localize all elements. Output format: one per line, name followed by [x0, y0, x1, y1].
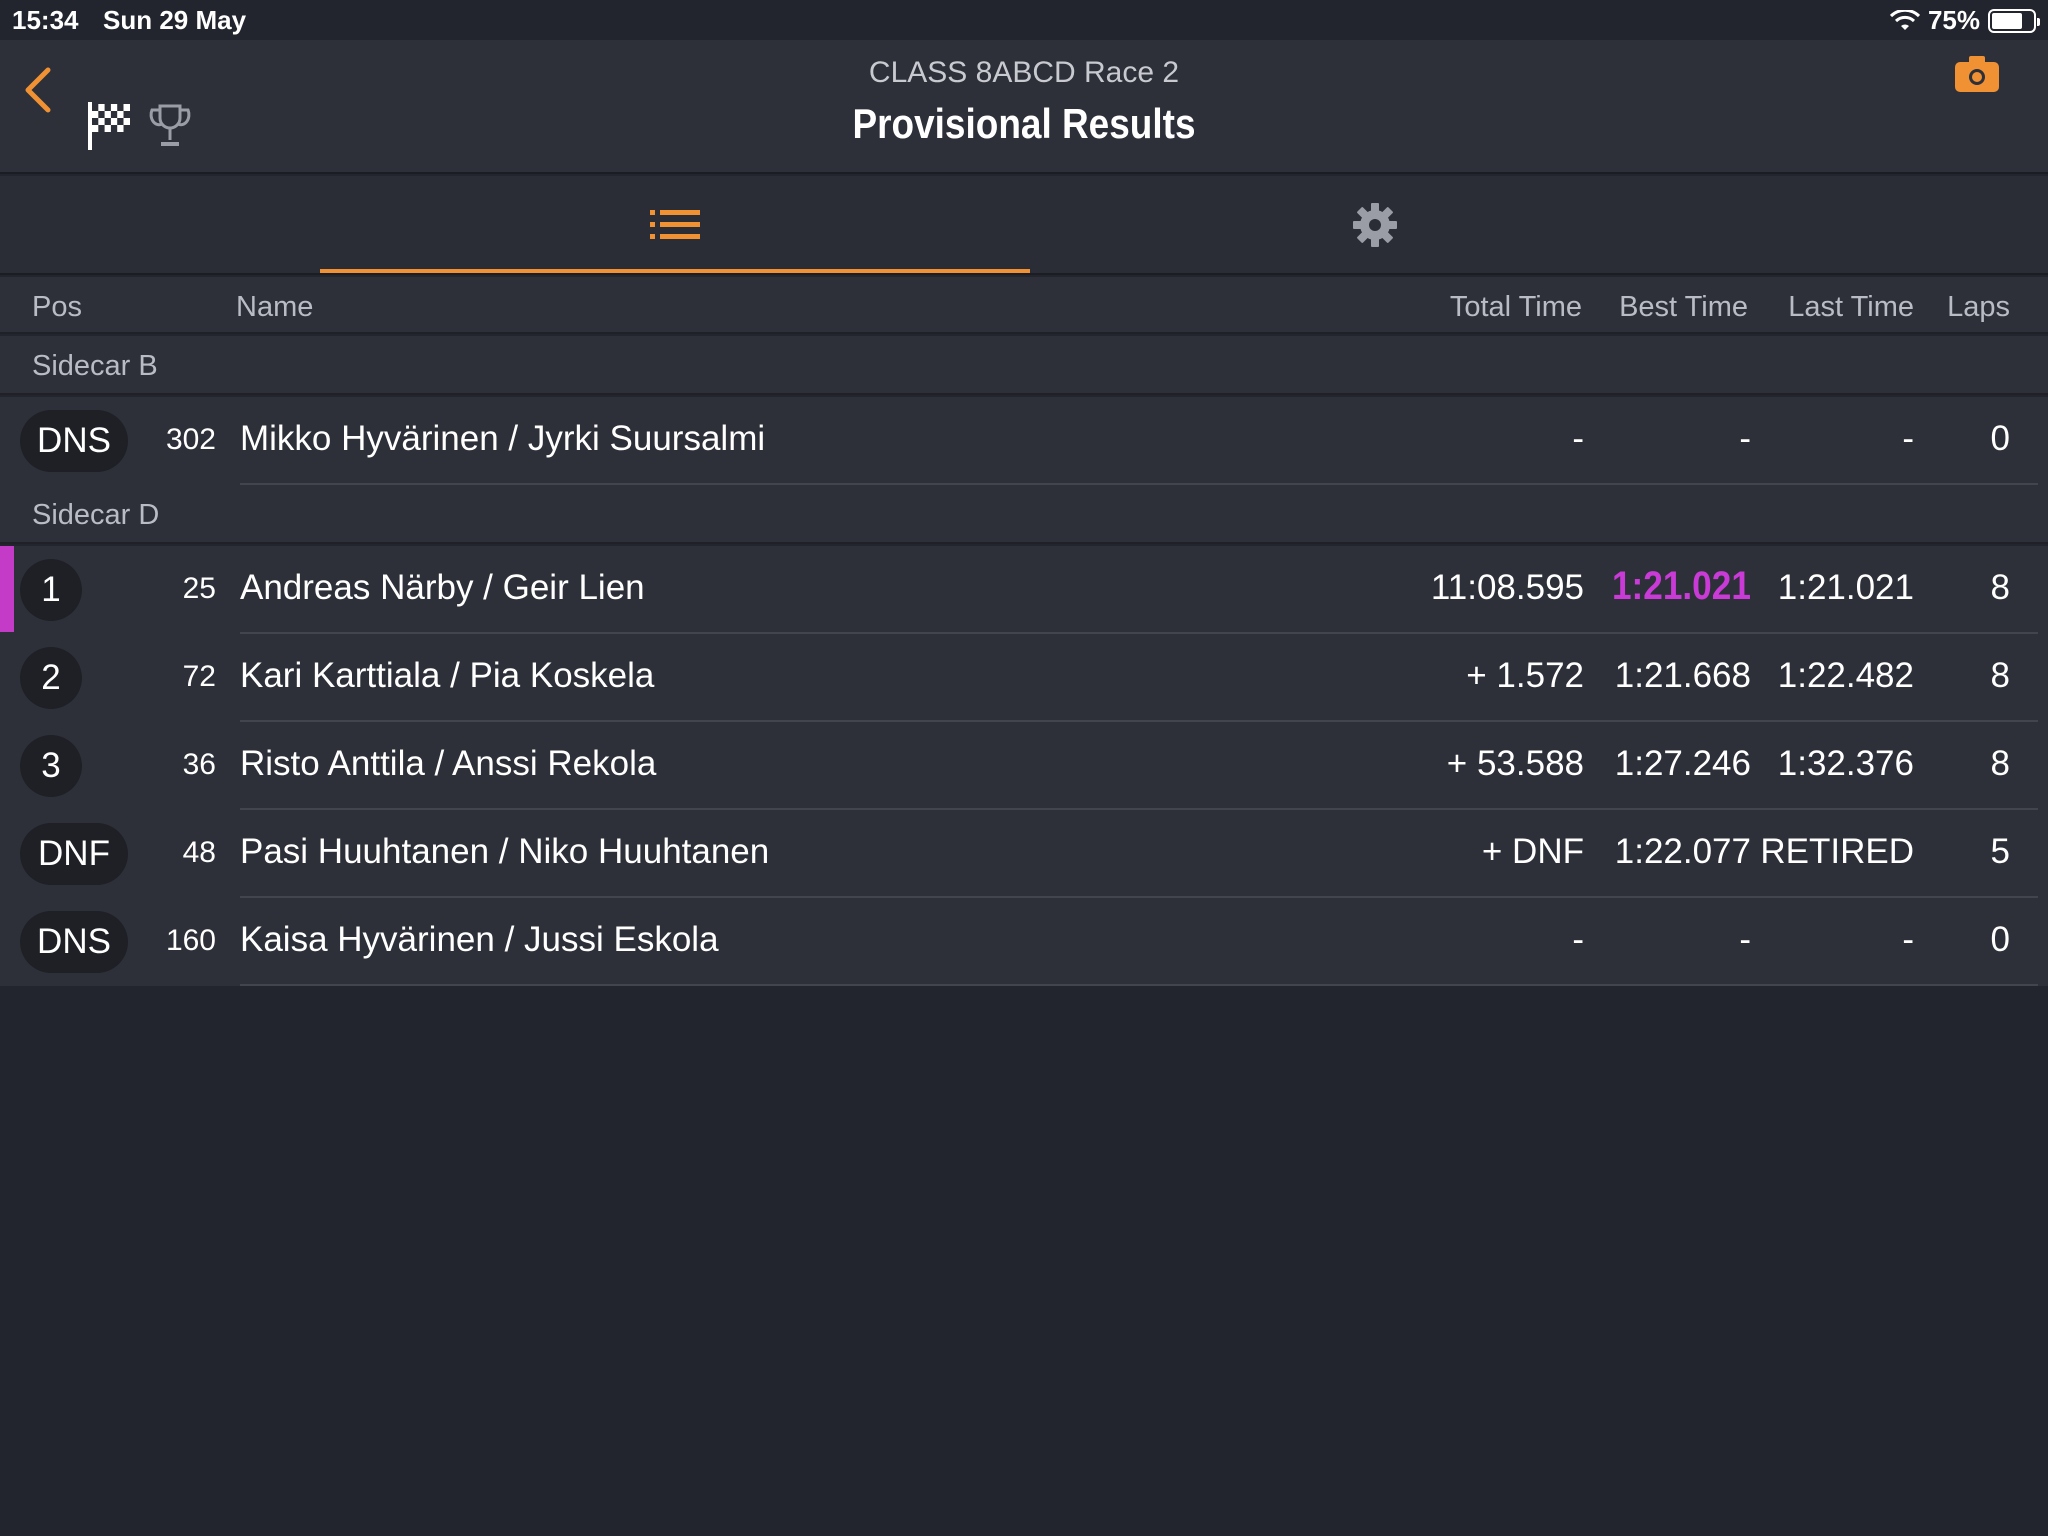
- camera-icon[interactable]: [1954, 54, 2000, 94]
- col-pos: Pos: [32, 291, 82, 323]
- rider-names: Andreas Närby / Geir Lien: [240, 568, 645, 607]
- laps: 5: [1990, 832, 2010, 871]
- total-time: + DNF: [1481, 832, 1584, 871]
- best-time: 1:27.246: [1614, 744, 1751, 783]
- row-divider: [240, 984, 2038, 986]
- list-icon: [650, 209, 700, 239]
- active-tab-indicator: [320, 269, 1030, 273]
- group-label: Sidecar B: [32, 350, 158, 382]
- position-badge: DNS: [20, 911, 128, 973]
- rider-names: Risto Anttila / Anssi Rekola: [240, 744, 657, 783]
- col-best-time: Best Time: [1619, 291, 1748, 323]
- gear-icon: [1353, 202, 1397, 247]
- last-time: -: [1902, 920, 1914, 959]
- rider-names: Pasi Huuhtanen / Niko Huuhtanen: [240, 832, 770, 871]
- leader-marker: [0, 546, 14, 632]
- battery-percent: 75%: [1927, 5, 1980, 35]
- race-number: 48: [182, 836, 216, 869]
- last-time: 1:21.021: [1777, 568, 1914, 607]
- last-time: RETIRED: [1760, 832, 1914, 871]
- best-time: 1:22.077: [1614, 832, 1751, 871]
- group-header-sidecar-b: Sidecar B: [0, 336, 2048, 395]
- result-row[interactable]: 1 25 Andreas Närby / Geir Lien 11:08.595…: [0, 546, 2048, 634]
- best-time: 1:21.668: [1614, 656, 1751, 695]
- page-title: Provisional Results: [852, 100, 1196, 147]
- total-time: 11:08.595: [1430, 568, 1584, 607]
- result-row[interactable]: 3 36 Risto Anttila / Anssi Rekola + 53.5…: [0, 722, 2048, 810]
- tab-settings[interactable]: [1030, 176, 1720, 273]
- laps: 8: [1990, 568, 2010, 607]
- col-total-time: Total Time: [1449, 291, 1582, 323]
- race-number: 160: [165, 924, 216, 957]
- group-label: Sidecar D: [32, 499, 160, 531]
- group-header-sidecar-d: Sidecar D: [0, 485, 2048, 544]
- best-time: -: [1739, 920, 1751, 959]
- status-date: Sun 29 May: [103, 5, 247, 35]
- result-row[interactable]: DNF 48 Pasi Huuhtanen / Niko Huuhtanen +…: [0, 810, 2048, 898]
- tab-results-list[interactable]: [320, 176, 1030, 273]
- race-number: 72: [182, 660, 216, 693]
- col-last-time: Last Time: [1788, 291, 1914, 323]
- position-badge: 1: [20, 559, 82, 621]
- column-header: Pos Name Total Time Best Time Last Time …: [0, 277, 2048, 334]
- last-time: -: [1902, 419, 1914, 458]
- status-time: 15:34: [12, 5, 79, 35]
- result-row[interactable]: 2 72 Kari Karttiala / Pia Koskela + 1.57…: [0, 634, 2048, 722]
- last-time: 1:32.376: [1777, 744, 1914, 783]
- laps: 0: [1990, 419, 2010, 458]
- result-row[interactable]: DNS 302 Mikko Hyvärinen / Jyrki Suursalm…: [0, 397, 2048, 485]
- best-time: -: [1739, 419, 1751, 458]
- col-name: Name: [236, 291, 314, 323]
- rider-names: Mikko Hyvärinen / Jyrki Suursalmi: [240, 419, 766, 458]
- result-row[interactable]: DNS 160 Kaisa Hyvärinen / Jussi Eskola -…: [0, 898, 2048, 986]
- status-right: 75%: [1889, 5, 2040, 36]
- nav-bar: CLASS 8ABCD Race 2 Provisional Results: [0, 40, 2048, 174]
- wifi-icon: [1889, 9, 1920, 30]
- total-time: -: [1572, 920, 1584, 959]
- total-time: + 53.588: [1446, 744, 1584, 783]
- rider-names: Kaisa Hyvärinen / Jussi Eskola: [240, 920, 719, 959]
- position-badge: DNS: [20, 410, 128, 472]
- position-badge: 3: [20, 735, 82, 797]
- last-time: 1:22.482: [1777, 656, 1914, 695]
- laps: 8: [1990, 656, 2010, 695]
- race-number: 302: [165, 423, 216, 456]
- laps: 0: [1990, 920, 2010, 959]
- rider-names: Kari Karttiala / Pia Koskela: [240, 656, 655, 695]
- position-badge: 2: [20, 647, 82, 709]
- status-bar: 15:34 Sun 29 May 75%: [0, 0, 2048, 40]
- position-badge: DNF: [20, 823, 128, 885]
- best-time-fastest: 1:21.021: [1612, 564, 1751, 608]
- race-number: 25: [182, 572, 216, 605]
- col-laps: Laps: [1947, 291, 2010, 323]
- laps: 8: [1990, 744, 2010, 783]
- race-subtitle: CLASS 8ABCD Race 2: [868, 56, 1180, 89]
- total-time: + 1.572: [1466, 656, 1584, 695]
- total-time: -: [1572, 419, 1584, 458]
- battery-icon: [1988, 8, 2040, 33]
- battery-fill: [1992, 12, 2022, 29]
- race-number: 36: [182, 748, 216, 781]
- tab-bar: [0, 176, 2048, 275]
